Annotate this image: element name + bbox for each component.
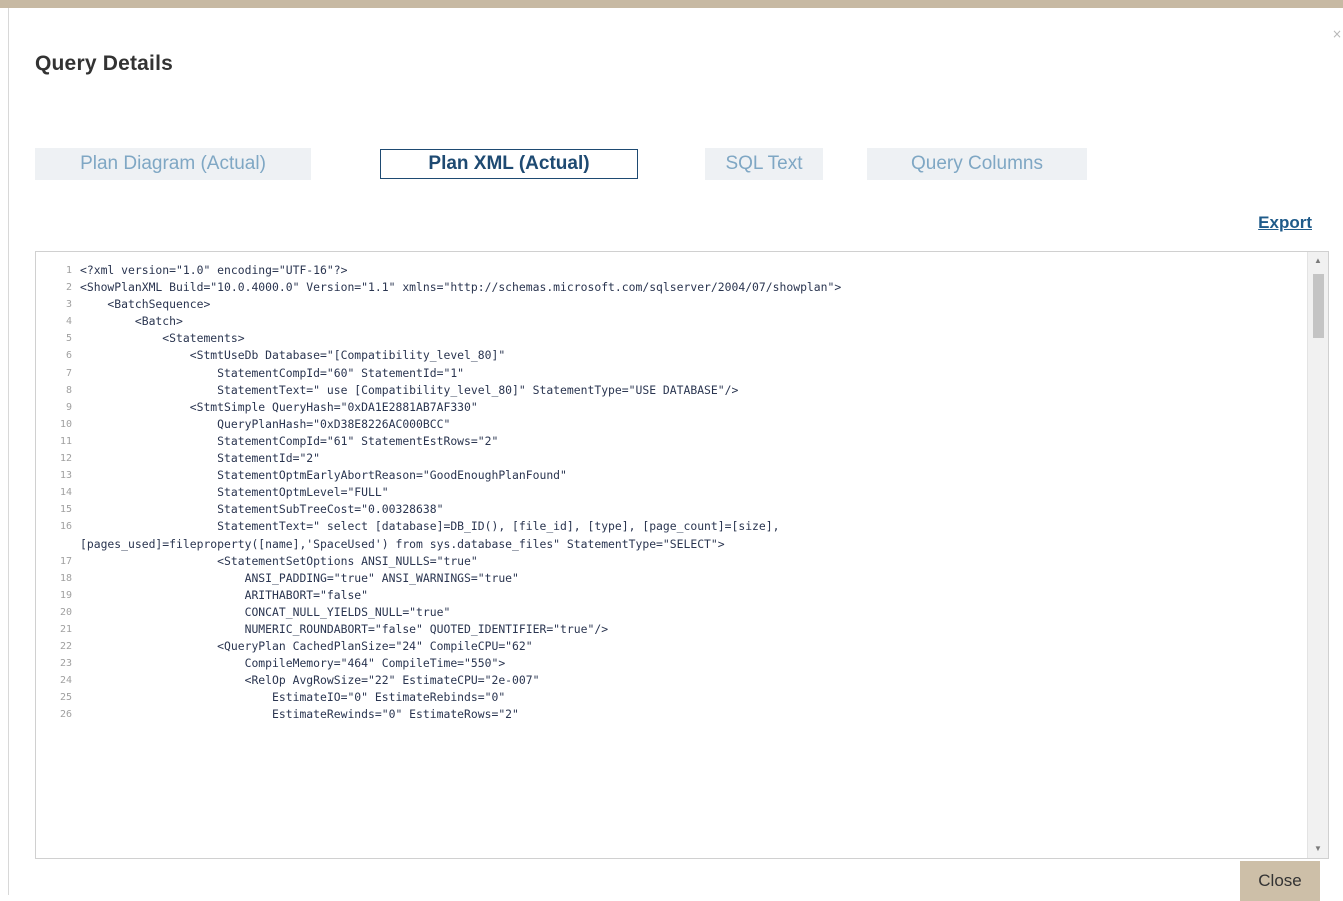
scroll-up-icon[interactable]: ▲	[1308, 254, 1328, 268]
line-number: 17	[59, 555, 72, 567]
code-text: <RelOp AvgRowSize="22" EstimateCPU="2e-0…	[80, 673, 540, 688]
line-number: 7	[65, 367, 72, 379]
code-text: <Statements>	[80, 331, 245, 346]
code-line: 12 StatementId="2"	[36, 450, 1306, 467]
tab-query-columns[interactable]: Query Columns	[867, 148, 1087, 180]
code-text: ANSI_PADDING="true" ANSI_WARNINGS="true"	[80, 570, 519, 585]
code-text: StatementOptmLevel="FULL"	[80, 485, 389, 500]
code-line: 4 <Batch>	[36, 313, 1306, 330]
vertical-scrollbar[interactable]: ▲ ▼	[1307, 252, 1328, 858]
code-text: QueryPlanHash="0xD38E8226AC000BCC"	[80, 416, 451, 431]
tab-plan-diagram[interactable]: Plan Diagram (Actual)	[35, 148, 311, 180]
code-line: 24 <RelOp AvgRowSize="22" EstimateCPU="2…	[36, 672, 1306, 689]
code-text: CONCAT_NULL_YIELDS_NULL="true"	[80, 604, 451, 619]
code-text: StatementText=" use [Compatibility_level…	[80, 382, 739, 397]
line-number: 2	[65, 282, 72, 294]
line-number: 16	[59, 521, 72, 533]
code-line: 20 CONCAT_NULL_YIELDS_NULL="true"	[36, 604, 1306, 621]
code-text: <StmtSimple QueryHash="0xDA1E2881AB7AF33…	[80, 399, 478, 414]
code-line: 17 <StatementSetOptions ANSI_NULLS="true…	[36, 553, 1306, 570]
code-line: 5 <Statements>	[36, 330, 1306, 347]
line-number: 4	[65, 316, 72, 328]
code-text: StatementText=" select [database]=DB_ID(…	[80, 519, 780, 551]
code-text: <QueryPlan CachedPlanSize="24" CompileCP…	[80, 639, 533, 654]
close-button[interactable]: Close	[1240, 861, 1320, 901]
code-text: StatementId="2"	[80, 451, 321, 466]
code-text: StatementOptmEarlyAbortReason="GoodEnoug…	[80, 468, 567, 483]
export-link[interactable]: Export	[1258, 213, 1312, 233]
line-number: 19	[59, 589, 72, 601]
line-number: 26	[59, 709, 72, 721]
line-number: 24	[59, 675, 72, 687]
code-line: 25 EstimateIO="0" EstimateRebinds="0"	[36, 689, 1306, 706]
code-text: StatementSubTreeCost="0.00328638"	[80, 502, 444, 517]
code-line: 18 ANSI_PADDING="true" ANSI_WARNINGS="tr…	[36, 570, 1306, 587]
code-text: <BatchSequence>	[80, 297, 211, 312]
line-number: 6	[65, 350, 72, 362]
code-text: EstimateRewinds="0" EstimateRows="2"	[80, 707, 519, 722]
code-text: NUMERIC_ROUNDABORT="false" QUOTED_IDENTI…	[80, 621, 609, 636]
code-text: <Batch>	[80, 314, 183, 329]
dialog-top-border	[0, 0, 1343, 8]
line-number: 23	[59, 658, 72, 670]
code-lines: 1 <?xml version="1.0" encoding="UTF-16"?>…	[36, 262, 1306, 724]
line-number: 21	[59, 623, 72, 635]
code-line: 19 ARITHABORT="false"	[36, 587, 1306, 604]
code-line: 26 EstimateRewinds="0" EstimateRows="2"	[36, 706, 1306, 723]
close-icon[interactable]: ×	[1332, 28, 1342, 40]
code-line: 13 StatementOptmEarlyAbortReason="GoodEn…	[36, 467, 1306, 484]
line-number: 25	[59, 692, 72, 704]
scrollbar-thumb[interactable]	[1313, 274, 1324, 338]
query-details-dialog: × Query Details Plan Diagram (Actual) Pl…	[8, 8, 1343, 901]
code-line: 11 StatementCompId="61" StatementEstRows…	[36, 433, 1306, 450]
code-text: <StatementSetOptions ANSI_NULLS="true"	[80, 553, 478, 568]
line-number: 11	[59, 435, 72, 447]
code-line: 6 <StmtUseDb Database="[Compatibility_le…	[36, 347, 1306, 364]
line-number: 15	[59, 504, 72, 516]
code-text: StatementCompId="61" StatementEstRows="2…	[80, 433, 499, 448]
line-number: 3	[65, 299, 72, 311]
line-number: 18	[59, 572, 72, 584]
code-text: ARITHABORT="false"	[80, 587, 369, 602]
code-line: 21 NUMERIC_ROUNDABORT="false" QUOTED_IDE…	[36, 621, 1306, 638]
code-text: StatementCompId="60" StatementId="1"	[80, 365, 465, 380]
line-number: 14	[59, 487, 72, 499]
line-number: 12	[59, 453, 72, 465]
dialog-title: Query Details	[35, 52, 173, 75]
line-number: 20	[59, 606, 72, 618]
code-line: 3 <BatchSequence>	[36, 296, 1306, 313]
xml-code-viewer[interactable]: 1 <?xml version="1.0" encoding="UTF-16"?>…	[35, 251, 1329, 859]
code-line: 15 StatementSubTreeCost="0.00328638"	[36, 501, 1306, 518]
code-line: 2 <ShowPlanXML Build="10.0.4000.0" Versio…	[36, 279, 1306, 296]
line-number: 9	[65, 401, 72, 413]
tab-sql-text[interactable]: SQL Text	[705, 148, 823, 180]
line-number: 22	[59, 641, 72, 653]
code-text: <ShowPlanXML Build="10.0.4000.0" Version…	[80, 280, 842, 295]
code-line: 9 <StmtSimple QueryHash="0xDA1E2881AB7AF…	[36, 399, 1306, 416]
code-line: 7 StatementCompId="60" StatementId="1"	[36, 365, 1306, 382]
code-line: 1 <?xml version="1.0" encoding="UTF-16"?>	[36, 262, 1306, 279]
line-number: 5	[65, 333, 72, 345]
code-text: <StmtUseDb Database="[Compatibility_leve…	[80, 348, 506, 363]
line-number: 10	[59, 418, 72, 430]
scroll-down-icon[interactable]: ▼	[1308, 842, 1328, 856]
code-line: 22 <QueryPlan CachedPlanSize="24" Compil…	[36, 638, 1306, 655]
line-number: 13	[59, 470, 72, 482]
code-line: 23 CompileMemory="464" CompileTime="550"…	[36, 655, 1306, 672]
line-number: 1	[65, 265, 72, 276]
line-number: 8	[65, 384, 72, 396]
code-line: 8 StatementText=" use [Compatibility_lev…	[36, 382, 1306, 399]
code-line: 14 StatementOptmLevel="FULL"	[36, 484, 1306, 501]
code-text: <?xml version="1.0" encoding="UTF-16"?>	[80, 263, 348, 277]
code-line: 10 QueryPlanHash="0xD38E8226AC000BCC"	[36, 416, 1306, 433]
tab-plan-xml[interactable]: Plan XML (Actual)	[380, 149, 638, 179]
code-text: EstimateIO="0" EstimateRebinds="0"	[80, 690, 506, 705]
code-line: 16 StatementText=" select [database]=DB_…	[36, 518, 1306, 552]
code-text: CompileMemory="464" CompileTime="550">	[80, 656, 506, 671]
